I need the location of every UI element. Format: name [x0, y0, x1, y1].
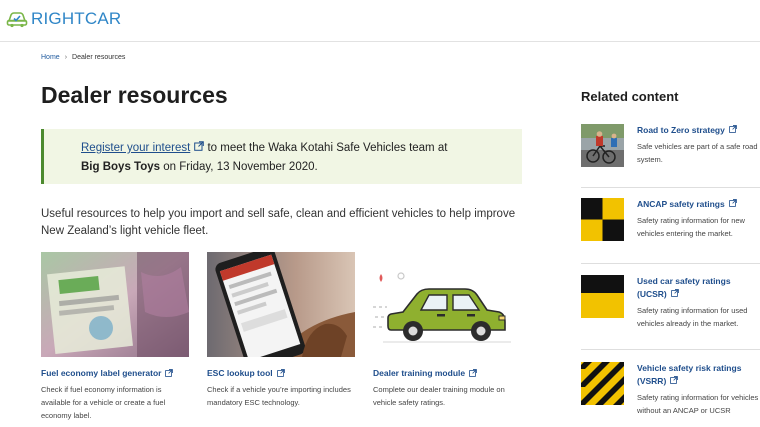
fuel-economy-card-title[interactable]: Fuel economy label generator [41, 368, 161, 378]
vsrr-link[interactable]: Vehicle safety risk ratings (VSRR) [637, 363, 741, 386]
dealer-training-card-desc: Complete our dealer training module on v… [373, 385, 505, 407]
site-header: RIGHTCAR [0, 0, 760, 42]
external-link-icon [670, 289, 679, 297]
road-to-zero-link[interactable]: Road to Zero strategy [637, 125, 725, 135]
related-divider [581, 187, 760, 188]
road-to-zero-thumbnail [581, 124, 624, 167]
related-item-ucsr[interactable]: Used car safety ratings (UCSR) Safety ra… [581, 275, 760, 335]
breadcrumb-separator: › [64, 54, 68, 61]
breadcrumb: Home › Dealer resources [41, 54, 125, 61]
card-esc-lookup[interactable]: ESC lookup tool Check if a vehicle you’r… [207, 252, 357, 409]
esc-lookup-card-title[interactable]: ESC lookup tool [207, 368, 273, 378]
related-content-sidebar: Related content Road to Zero strategy Sa… [581, 89, 760, 415]
car-logo-icon [6, 12, 28, 28]
external-link-icon [194, 141, 205, 151]
related-divider [581, 349, 760, 350]
esc-lookup-image [207, 252, 355, 357]
external-link-icon [469, 369, 477, 377]
external-link-icon [729, 125, 737, 133]
card-fuel-economy[interactable]: Fuel economy label generator Check if fu… [41, 252, 191, 422]
related-content-title: Related content [581, 89, 679, 104]
fuel-economy-image [41, 252, 189, 357]
external-link-icon [276, 369, 285, 377]
intro-paragraph: Useful resources to help you import and … [41, 208, 516, 237]
page-title: Dealer resources [41, 82, 228, 108]
fuel-economy-card-desc: Check if fuel economy information is ava… [41, 385, 166, 420]
card-dealer-training[interactable]: Dealer training module Complete our deal… [373, 252, 523, 409]
ancap-thumbnail [581, 198, 624, 241]
esc-lookup-card-desc: Check if a vehicle you’re importing incl… [207, 385, 351, 407]
vsrr-thumbnail [581, 362, 624, 405]
register-interest-link[interactable]: Register your interest [81, 142, 190, 154]
external-link-icon [165, 369, 174, 377]
road-to-zero-desc: Safe vehicles are part of a safe road sy… [637, 142, 758, 164]
ucsr-desc: Safety rating information for used vehic… [637, 306, 748, 328]
related-item-vsrr[interactable]: Vehicle safety risk ratings (VSRR) Safet… [581, 362, 760, 422]
ucsr-link[interactable]: Used car safety ratings (UCSR) [637, 276, 731, 299]
callout-venue: Big Boys Toys [81, 161, 161, 173]
event-callout: Register your interest to meet the Waka … [41, 129, 522, 184]
ancap-link[interactable]: ANCAP safety ratings [637, 199, 725, 209]
breadcrumb-home-link[interactable]: Home [41, 54, 60, 61]
breadcrumb-current: Dealer resources [72, 54, 126, 61]
external-link-icon [670, 376, 679, 384]
related-item-road-to-zero[interactable]: Road to Zero strategy Safe vehicles are … [581, 124, 760, 174]
ancap-desc: Safety rating information for new vehicl… [637, 216, 745, 238]
dealer-training-car-image [373, 252, 521, 357]
ucsr-thumbnail [581, 275, 624, 318]
dealer-training-card-title[interactable]: Dealer training module [373, 368, 465, 378]
external-link-icon [728, 199, 737, 207]
related-divider [581, 263, 760, 264]
logo-text: RIGHTCAR [31, 9, 122, 28]
callout-text-2: on Friday, 13 November 2020. [160, 161, 318, 173]
related-item-ancap[interactable]: ANCAP safety ratings Safety rating infor… [581, 198, 760, 248]
vsrr-desc: Safety rating information for vehicles w… [637, 393, 759, 415]
callout-text-1: to meet the Waka Kotahi Safe Vehicles te… [204, 142, 448, 154]
rightcar-logo[interactable]: RIGHTCAR [6, 9, 121, 29]
